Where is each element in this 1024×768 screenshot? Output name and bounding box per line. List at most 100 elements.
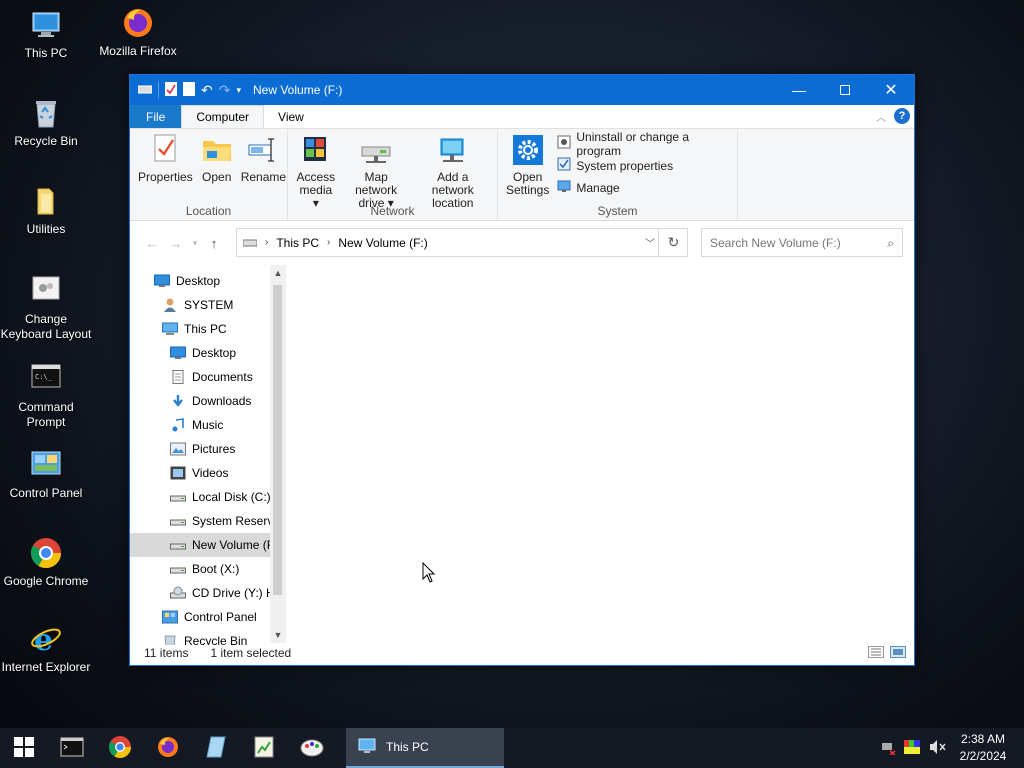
taskbar-chrome[interactable] (96, 728, 144, 768)
desktop-icon-label: Google Chrome (3, 574, 89, 588)
network-icon[interactable] (880, 739, 896, 758)
tree-item[interactable]: Pictures (130, 437, 286, 461)
tree-item[interactable]: Documents (130, 365, 286, 389)
this-pc-icon (162, 322, 178, 336)
tree-item[interactable]: Desktop (130, 341, 286, 365)
manage-button[interactable]: Manage (557, 179, 733, 196)
taskbar-window-label: This PC (386, 740, 429, 754)
taskbar-paint[interactable] (288, 728, 336, 768)
tree-item[interactable]: System Reserve (130, 509, 286, 533)
music-icon (170, 418, 186, 432)
desktop-icon-internet-explorer[interactable]: e Internet Explorer (0, 622, 92, 675)
tab-file[interactable]: File (130, 105, 182, 128)
tree-item[interactable]: SYSTEM (130, 293, 286, 317)
tree-item-label: CD Drive (Y:) H (192, 586, 275, 600)
ribbon-group-system: Open Settings Uninstall or change a prog… (498, 129, 738, 221)
minimize-button[interactable]: — (776, 75, 822, 105)
volume-muted-icon[interactable] (928, 739, 946, 758)
taskbar-notepad[interactable] (192, 728, 240, 768)
clock-date: 2/2/2024 (959, 749, 1007, 763)
redo-icon[interactable]: ↷ (219, 82, 231, 99)
access-media-icon (300, 133, 332, 167)
system-properties-button[interactable]: System properties (557, 157, 733, 174)
desktop-icon-firefox[interactable]: Mozilla Firefox (92, 6, 184, 59)
file-list-area[interactable] (286, 265, 914, 643)
breadcrumb-new-volume[interactable]: New Volume (F:) (338, 236, 427, 250)
start-icon (14, 736, 34, 760)
tree-item[interactable]: New Volume (F (130, 533, 286, 557)
tree-item[interactable]: Music (130, 413, 286, 437)
rename-icon (247, 133, 279, 167)
taskbar-spreadsheet[interactable] (240, 728, 288, 768)
forward-button[interactable]: → (164, 236, 188, 251)
undo-icon[interactable]: ↶ (201, 82, 213, 99)
system-tray: 2:38 AM 2/2/2024 (880, 728, 1024, 768)
desktop-icon-control-panel[interactable]: Control Panel (0, 448, 92, 501)
tree-item[interactable]: CD Drive (Y:) H (130, 581, 286, 605)
breadcrumb-chevron-icon[interactable]: › (265, 237, 268, 248)
desktop-icon-this-pc[interactable]: This PC (0, 8, 92, 61)
tree-item-label: Desktop (176, 274, 221, 288)
start-button[interactable] (0, 728, 48, 768)
uninstall-icon (557, 135, 571, 152)
desktop-icon-chrome[interactable]: Google Chrome (0, 536, 92, 589)
maximize-button[interactable] (822, 75, 868, 105)
breadcrumb-chevron-icon[interactable]: › (327, 237, 330, 248)
item-count: 11 items (144, 646, 189, 660)
desktop-icon (170, 346, 186, 360)
address-bar[interactable]: › This PC › New Volume (F:) ﹀ (236, 228, 688, 257)
details-view-icon[interactable] (868, 646, 884, 661)
properties-qat-icon[interactable] (165, 81, 177, 99)
tree-item[interactable]: Desktop (130, 269, 286, 293)
desktop-icon-change-keyboard-layout[interactable]: Change Keyboard Layout (0, 272, 92, 342)
this-pc-icon (29, 8, 63, 42)
tree-item[interactable]: Local Disk (C:) (130, 485, 286, 509)
control-panel-icon (29, 448, 63, 482)
collapse-ribbon-icon[interactable]: ︿ (876, 109, 886, 124)
tree-item-label: SYSTEM (184, 298, 234, 312)
desktop-icon-label: Recycle Bin (14, 134, 78, 148)
uninstall-program-button[interactable]: Uninstall or change a program (557, 130, 733, 158)
up-button[interactable]: ↑ (202, 236, 226, 251)
clock[interactable]: 2:38 AM 2/2/2024 (950, 731, 1016, 765)
scroll-down-arrow[interactable]: ▼ (270, 630, 286, 640)
desktop-icon-command-prompt[interactable]: C:\_ Command Prompt (0, 360, 92, 430)
close-button[interactable]: ✕ (868, 75, 914, 105)
desktop-icon-utilities[interactable]: Utilities (0, 184, 92, 237)
tree-item[interactable]: Downloads (130, 389, 286, 413)
tab-view[interactable]: View (264, 105, 318, 128)
tree-item-label: Desktop (192, 346, 237, 360)
scroll-thumb[interactable] (273, 285, 282, 595)
color-display-icon[interactable] (904, 739, 920, 757)
breadcrumb-this-pc[interactable]: This PC (276, 236, 319, 250)
new-folder-qat-icon[interactable] (183, 81, 195, 99)
taskbar-this-pc-window[interactable]: This PC (346, 728, 504, 768)
desktop-icon-recycle-bin[interactable]: Recycle Bin (0, 96, 92, 149)
taskbar-command-prompt[interactable] (48, 728, 96, 768)
ribbon-group-label: Network (370, 204, 415, 218)
desktop-icon-label: Command Prompt (18, 400, 74, 429)
tree-item[interactable]: Boot (X:) (130, 557, 286, 581)
back-button[interactable]: ← (140, 236, 164, 251)
tree-item[interactable]: Videos (130, 461, 286, 485)
show-desktop-button[interactable] (1016, 728, 1024, 768)
desktop-icon-label: Change Keyboard Layout (0, 312, 92, 341)
tree-item[interactable]: This PC (130, 317, 286, 341)
recent-locations-button[interactable]: ▾ (188, 238, 202, 249)
scroll-up-arrow[interactable]: ▲ (270, 268, 286, 278)
tree-item[interactable]: Control Panel (130, 605, 286, 629)
ribbon: Properties Open Rename Location Access m… (130, 129, 914, 221)
search-input[interactable] (710, 235, 880, 250)
search-box[interactable]: ⌕ (701, 228, 903, 257)
refresh-button[interactable]: ↻ (658, 228, 688, 257)
tab-computer[interactable]: Computer (181, 105, 265, 128)
customize-qat-icon[interactable]: ▾ (236, 85, 241, 96)
taskbar-firefox[interactable] (144, 728, 192, 768)
help-icon[interactable]: ? (894, 108, 910, 124)
large-icons-view-icon[interactable] (890, 646, 906, 661)
address-dropdown-icon[interactable]: ﹀ (645, 235, 655, 250)
navigation-scrollbar[interactable]: ▲ ▼ (270, 265, 286, 643)
chrome-icon (108, 735, 132, 762)
title-bar[interactable]: ↶ ↷ ▾ New Volume (F:) — ✕ (130, 75, 914, 105)
desktop-icon (154, 274, 170, 288)
